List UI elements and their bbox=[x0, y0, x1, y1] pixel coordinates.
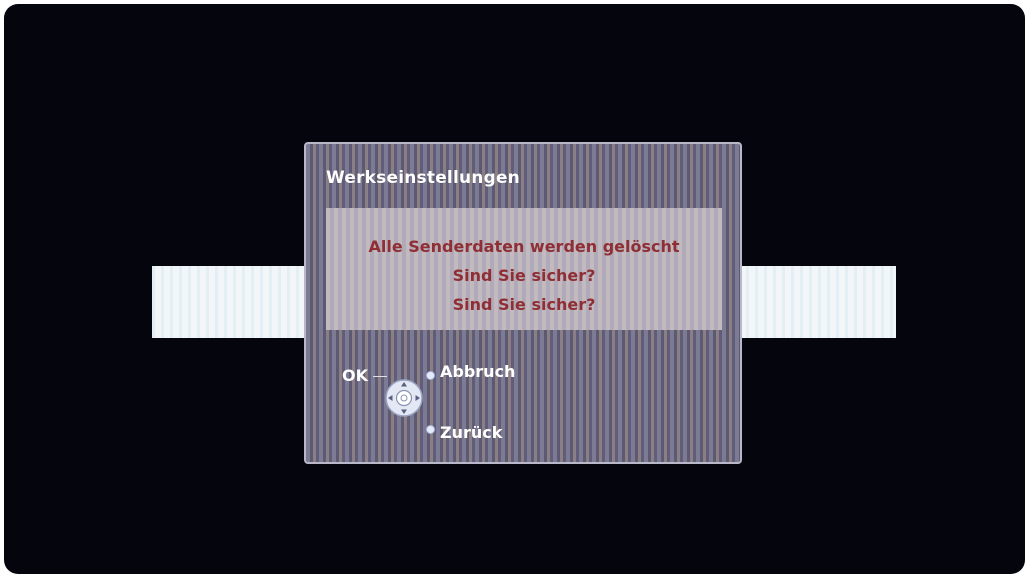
cancel-dot-icon bbox=[426, 371, 435, 380]
back-button[interactable]: Zurück bbox=[440, 423, 502, 442]
message-line-question-repeat: Sind Sie sicher? bbox=[452, 295, 596, 314]
dialog-title: Werkseinstellungen bbox=[326, 168, 520, 188]
factory-reset-dialog: Werkseinstellungen Alle Senderdaten werd… bbox=[304, 142, 742, 464]
confirmation-message-box: Alle Senderdaten werden gelöscht Sind Si… bbox=[326, 208, 722, 330]
back-dot-icon bbox=[426, 425, 435, 434]
remote-dpad-icon bbox=[384, 378, 424, 418]
ok-connector-line bbox=[373, 376, 387, 377]
ok-button[interactable]: OK bbox=[342, 366, 368, 385]
message-line-question: Sind Sie sicher? bbox=[452, 266, 596, 285]
message-line-warning: Alle Senderdaten werden gelöscht bbox=[368, 237, 680, 256]
cancel-button[interactable]: Abbruch bbox=[440, 362, 515, 381]
tv-screen: Werkseinstellungen Alle Senderdaten werd… bbox=[4, 4, 1025, 574]
